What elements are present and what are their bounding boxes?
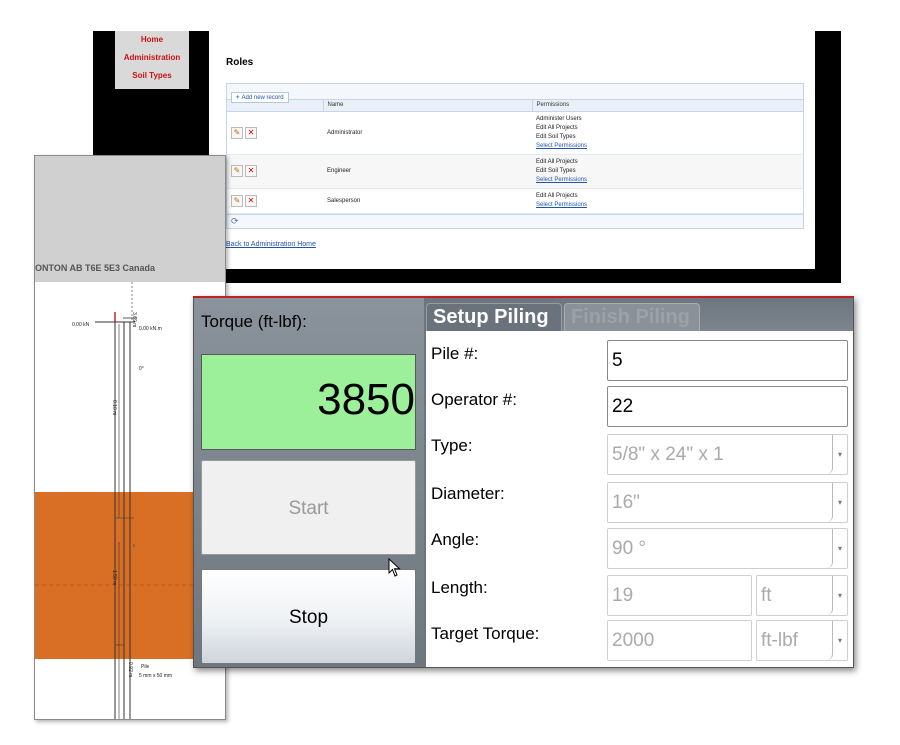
angle-label: 0° <box>139 366 144 372</box>
edit-icon[interactable]: ✎ <box>231 194 243 207</box>
length-unit-value: ft <box>757 576 833 615</box>
tab-finish-piling[interactable]: Finish Piling <box>564 303 700 331</box>
admin-nav: Home Administration Soil Types <box>115 31 189 89</box>
admin-content: Roles + Add new record Name Permissions ✎… <box>209 31 815 269</box>
roles-grid: + Add new record Name Permissions ✎ ✕ Admi… <box>226 83 804 229</box>
pile-number-input[interactable]: 5 <box>607 340 848 381</box>
start-button[interactable]: Start <box>201 460 416 555</box>
diameter-select[interactable]: 16" ▾ <box>607 482 848 523</box>
setup-form-panel: Setup Piling Finish Piling Pile #: 5 Ope… <box>426 298 853 667</box>
add-record-label: Add new record <box>241 95 284 101</box>
permission-item: Edit Soil Types <box>536 133 576 140</box>
table-row: ✎ ✕ Engineer Edit All Projects Edit Soil … <box>227 154 803 189</box>
torque-value: 3850 <box>317 375 415 424</box>
role-name: Administrator <box>323 111 532 155</box>
mid-dim-label: 1.50 m <box>111 570 117 585</box>
load-right-label: 0.00 kN.m <box>139 326 162 332</box>
table-row: ✎ ✕ Salesperson Edit All Projects Select … <box>227 188 803 214</box>
permission-item: Edit All Projects <box>536 158 578 165</box>
diameter-value: 16" <box>608 483 833 522</box>
angle-label: Angle: <box>431 530 480 549</box>
bottom-dim-label: 0.92 m <box>127 662 133 677</box>
chevron-down-icon: ▾ <box>837 450 842 459</box>
drawing-header: ONTON AB T6E 5E3 Canada <box>35 156 225 282</box>
operator-number-input[interactable]: 22 <box>607 386 848 427</box>
permission-item: Edit All Projects <box>536 192 578 199</box>
length-label: Length: <box>431 578 488 597</box>
torque-display: 3850 <box>201 354 416 450</box>
chevron-down-icon: ▾ <box>837 636 842 645</box>
permission-item: Edit Soil Types <box>536 167 576 174</box>
length-unit-select[interactable]: ft ▾ <box>756 575 848 616</box>
operator-number-label: Operator #: <box>431 390 517 409</box>
nav-administration-link[interactable]: Administration <box>115 49 189 67</box>
angle-select[interactable]: 90 ° ▾ <box>607 528 848 569</box>
delete-icon[interactable]: ✕ <box>245 165 257 177</box>
pile-label: Pile <box>141 664 150 670</box>
add-record-button[interactable]: + Add new record <box>231 92 289 103</box>
type-select[interactable]: 5/8" x 24" x 1 ▾ <box>607 434 848 475</box>
edit-icon[interactable]: ✎ <box>231 126 243 139</box>
length-input[interactable]: 19 <box>607 575 752 616</box>
mouse-pointer-icon <box>388 558 401 577</box>
permissions-header[interactable]: Permissions <box>532 100 803 112</box>
upper-dim-label: 0.10 m <box>111 400 117 415</box>
piling-control-window: Torque (ft-lbf): 3850 Start Stop Setup P… <box>193 296 854 668</box>
delete-icon[interactable]: ✕ <box>245 194 257 207</box>
stop-button[interactable]: Stop <box>201 569 416 664</box>
tab-strip: Setup Piling Finish Piling <box>426 298 853 331</box>
role-name: Salesperson <box>323 188 532 214</box>
top-dim-label: 3.69 m <box>131 312 137 327</box>
nav-soil-types-link[interactable]: Soil Types <box>115 67 189 85</box>
table-row: ✎ ✕ Administrator Administer Users Edit A… <box>227 111 803 155</box>
torque-panel: Torque (ft-lbf): 3850 Start Stop <box>194 298 424 667</box>
target-torque-unit-value: ft-lbf <box>757 621 833 660</box>
plus-icon: + <box>236 95 240 101</box>
chevron-down-icon: ▾ <box>837 591 842 600</box>
select-permissions-link[interactable]: Select Permissions <box>536 201 799 210</box>
grid-footer: ⟳ <box>227 213 803 228</box>
delete-icon[interactable]: ✕ <box>245 126 257 139</box>
chevron-down-icon: ▾ <box>837 544 842 553</box>
nav-home-link[interactable]: Home <box>115 31 189 49</box>
permission-item: Administer Users <box>536 115 582 122</box>
name-header[interactable]: Name <box>323 100 533 112</box>
select-permissions-link[interactable]: Select Permissions <box>536 142 799 151</box>
pile-size-label: 5 mm x 50 mm <box>139 673 172 679</box>
permission-item: Edit All Projects <box>536 124 578 131</box>
target-torque-input[interactable]: 2000 <box>607 620 752 661</box>
roles-table: Name Permissions ✎ ✕ Administrator Admini… <box>227 100 803 214</box>
edit-icon[interactable]: ✎ <box>231 165 243 177</box>
refresh-icon[interactable]: ⟳ <box>231 216 239 226</box>
target-torque-label: Target Torque: <box>431 624 540 643</box>
angle-value: 90 ° <box>608 529 833 568</box>
role-name: Engineer <box>323 154 532 189</box>
tab-setup-piling[interactable]: Setup Piling <box>426 303 562 331</box>
diameter-label: Diameter: <box>431 484 505 503</box>
type-label: Type: <box>431 436 473 455</box>
select-permissions-link[interactable]: Select Permissions <box>536 176 799 185</box>
page-title: Roles <box>226 57 254 68</box>
target-torque-unit-select[interactable]: ft-lbf ▾ <box>756 620 848 661</box>
pile-number-label: Pile #: <box>431 344 479 363</box>
torque-label: Torque (ft-lbf): <box>201 312 307 331</box>
type-value: 5/8" x 24" x 1 <box>608 435 833 474</box>
chevron-down-icon: ▾ <box>837 498 842 507</box>
back-to-admin-link[interactable]: Back to Administration Home <box>226 241 316 248</box>
load-left-label: 0.00 kN <box>72 322 90 328</box>
grid-toolbar: + Add new record <box>227 84 803 103</box>
site-address: ONTON AB T6E 5E3 Canada <box>35 263 156 273</box>
